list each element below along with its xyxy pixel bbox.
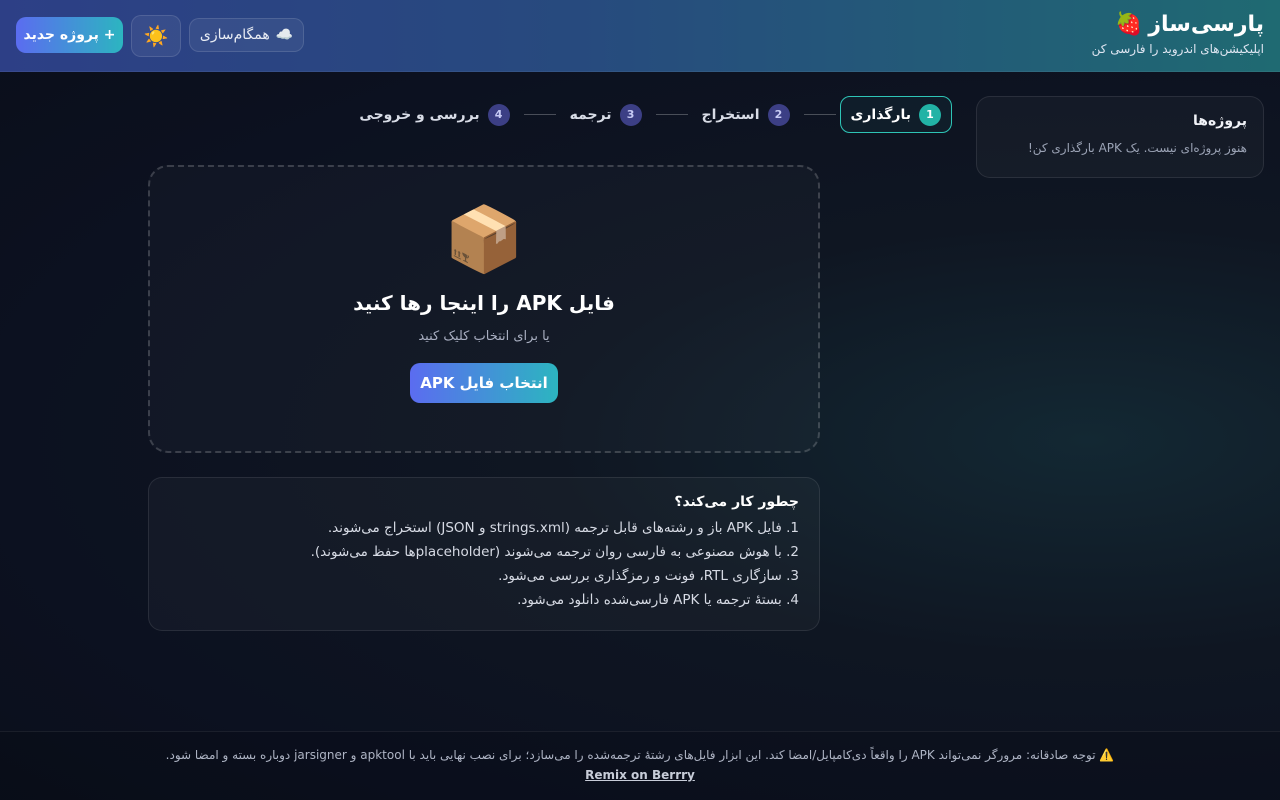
app-header: پارسی‌ساز 🍓 اپلیکیشن‌های اندروید را فارس…: [0, 0, 1280, 72]
projects-empty-text: هنوز پروژه‌ای نیست. یک APK بارگذاری کن!: [1027, 141, 1247, 155]
step-label: بارگذاری: [850, 106, 912, 123]
cloud-icon: ☁️: [275, 27, 294, 43]
step-label: استخراج: [701, 106, 760, 123]
footer: ⚠️ توجه صادقانه: مرورگر نمی‌تواند APK را…: [0, 731, 1280, 800]
step-label: بررسی و خروجی: [359, 106, 480, 123]
step-number: 1: [919, 103, 941, 126]
step-label: ترجمه: [569, 106, 612, 123]
brand: پارسی‌ساز 🍓 اپلیکیشن‌های اندروید را فارس…: [1092, 11, 1264, 56]
how-it-works-list: 1. فایل APK باز و رشته‌های قابل ترجمه (s…: [169, 516, 799, 612]
sync-button[interactable]: ☁️ همگام‌سازی: [189, 18, 304, 52]
step-upload[interactable]: 1 بارگذاری: [839, 96, 952, 133]
dropzone-subtitle: یا برای انتخاب کلیک کنید: [418, 329, 550, 344]
strawberry-icon: 🍓: [1114, 12, 1143, 37]
step-connector: [655, 114, 688, 115]
list-item: 2. با هوش مصنوعی به فارسی روان ترجمه می‌…: [310, 544, 799, 560]
list-item: 1. فایل APK باز و رشته‌های قابل ترجمه (s…: [327, 520, 799, 536]
sync-label: همگام‌سازی: [199, 27, 270, 43]
step-extract[interactable]: 2 استخراج: [692, 96, 800, 133]
step-connector: [523, 114, 556, 115]
list-item: 4. بستهٔ ترجمه یا APK فارسی‌شده دانلود م…: [517, 592, 799, 608]
apk-dropzone[interactable]: 📦 فایل APK را اینجا رها کنید یا برای انت…: [148, 165, 820, 453]
step-number: 4: [487, 103, 510, 126]
projects-panel: پروژه‌ها هنوز پروژه‌ای نیست. یک APK بارگ…: [976, 96, 1264, 178]
app-subtitle: اپلیکیشن‌های اندروید را فارسی کن: [1091, 42, 1264, 56]
step-connector: [803, 114, 836, 115]
package-icon: 📦: [444, 203, 524, 277]
new-project-button[interactable]: + پروژه جدید: [16, 17, 123, 53]
sun-icon: ☀️: [143, 24, 169, 48]
step-review-export[interactable]: 4 بررسی و خروجی: [349, 96, 519, 133]
step-number: 3: [619, 103, 642, 126]
remix-link[interactable]: Remix on Berrry: [585, 768, 695, 782]
step-translate[interactable]: 3 ترجمه: [560, 96, 652, 133]
stepper: 1 بارگذاری 2 استخراج 3 ترجمه 4 بررسی و خ…: [349, 96, 952, 133]
dropzone-title: فایل APK را اینجا رها کنید: [353, 291, 615, 315]
how-it-works-card: چطور کار می‌کند؟ 1. فایل APK باز و رشته‌…: [148, 477, 820, 631]
step-number: 2: [767, 103, 790, 126]
list-item: 3. سازگاری RTL، فونت و رمزگذاری بررسی می…: [498, 568, 799, 584]
select-apk-button[interactable]: انتخاب فایل APK: [410, 363, 558, 403]
how-it-works-title: چطور کار می‌کند؟: [674, 494, 799, 510]
disclaimer-note: ⚠️ توجه صادقانه: مرورگر نمی‌تواند APK را…: [165, 748, 1115, 762]
app-title: پارسی‌ساز: [1148, 12, 1264, 37]
theme-toggle-button[interactable]: ☀️: [131, 15, 181, 57]
projects-title: پروژه‌ها: [1193, 113, 1247, 129]
